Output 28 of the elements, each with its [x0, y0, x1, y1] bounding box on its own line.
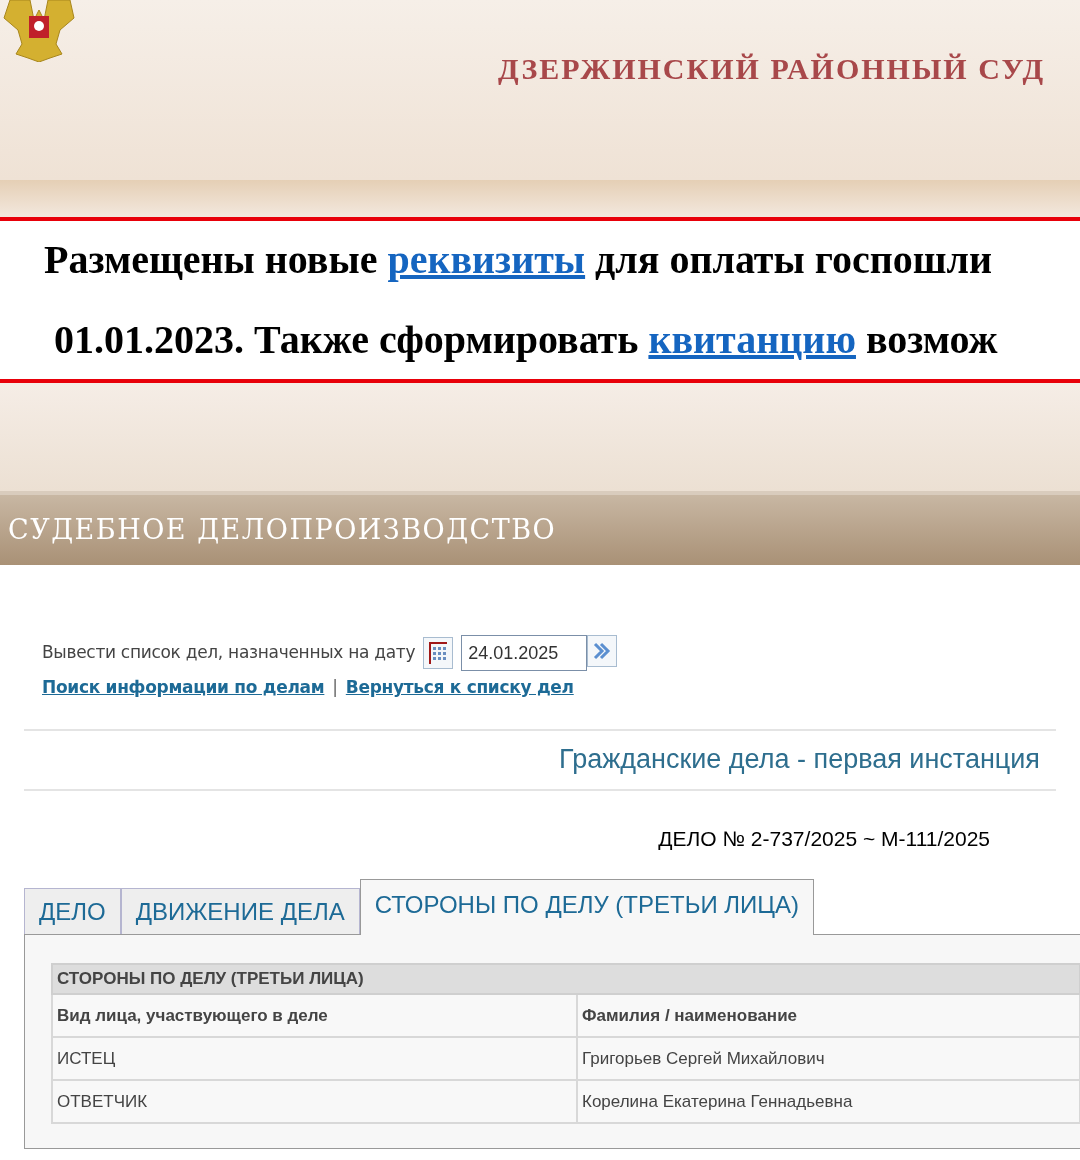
column-header: Вид лица, участвующего в деле [52, 994, 577, 1037]
date-input[interactable]: 24.01.2025 [461, 635, 588, 671]
tab[interactable]: ДЕЛО [24, 888, 121, 934]
section-title: СУДЕБНОЕ ДЕЛОПРОИЗВОДСТВО [8, 512, 557, 547]
court-title: ДЗЕРЖИНСКИЙ РАЙОННЫЙ СУД [498, 51, 1046, 87]
coat-of-arms-icon [0, 0, 78, 62]
table-cell: ИСТЕЦ [52, 1037, 577, 1080]
nav-link[interactable]: Поиск информации по делам [42, 675, 325, 701]
nav-link[interactable]: Вернуться к списку дел [345, 675, 574, 701]
notice-link[interactable]: квитанцию [648, 317, 856, 362]
calendar-icon [428, 642, 449, 664]
table-cell: ОТВЕТЧИК [52, 1080, 577, 1123]
table-cell: Григорьев Сергей Михайлович [577, 1037, 1080, 1080]
category-title: Гражданские дела - первая инстанция [559, 743, 1040, 777]
tab[interactable]: ДВИЖЕНИЕ ДЕЛА [120, 888, 360, 934]
go-button[interactable] [587, 635, 618, 667]
table-title: СТОРОНЫ ПО ДЕЛУ (ТРЕТЬИ ЛИЦА) [52, 964, 1080, 994]
case-number: ДЕЛО № 2-737/2025 ~ М-111/2025 [658, 825, 990, 852]
date-filter-label: Вывести список дел, назначенных на дату [42, 641, 416, 665]
tab[interactable]: СТОРОНЫ ПО ДЕЛУ (ТРЕТЬИ ЛИЦА) [359, 879, 815, 935]
notice-link[interactable]: реквизиты [387, 237, 586, 282]
notice-text: Размещены новые реквизиты для оплаты госпошли [44, 236, 992, 284]
table-cell: Корелина Екатерина Геннадьевна [577, 1080, 1080, 1123]
double-chevron-icon [593, 642, 612, 660]
column-header: Фамилия / наименование [577, 994, 1080, 1037]
notice-text: 01.01.2023. Также сформировать квитанцию возмож [54, 316, 998, 364]
link-separator: | [332, 676, 338, 699]
calendar-button[interactable] [423, 637, 454, 669]
